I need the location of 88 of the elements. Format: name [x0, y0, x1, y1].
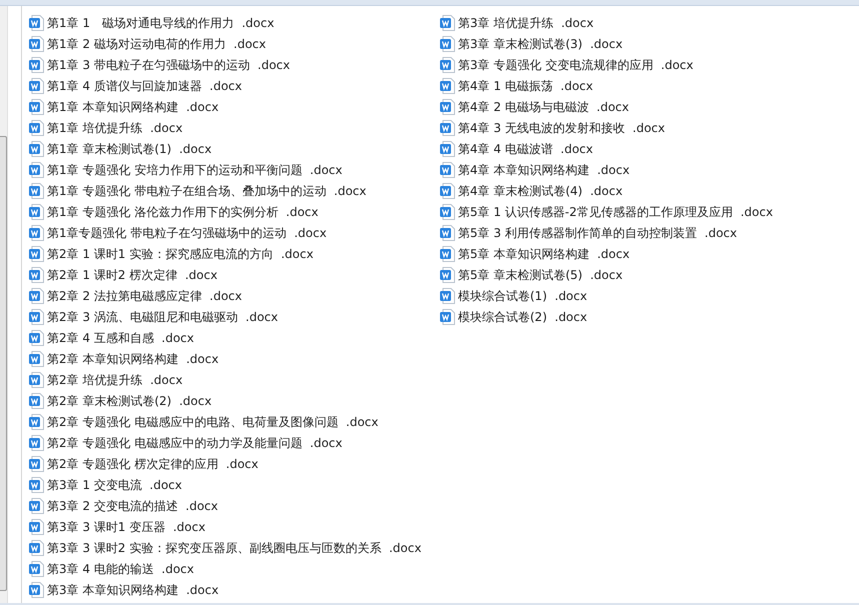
document-icon: [29, 36, 44, 52]
file-name[interactable]: 第3章 专题强化 交变电流规律的应用 .docx: [458, 56, 694, 72]
file-name[interactable]: 第3章 培优提升练 .docx: [458, 14, 594, 30]
file-name[interactable]: 第3章 3 课时1 变压器 .docx: [47, 518, 206, 534]
document-icon: [29, 288, 44, 304]
document-icon: [29, 162, 44, 178]
file-name[interactable]: 第3章 2 交变电流的描述 .docx: [47, 498, 218, 514]
file-name[interactable]: 第1章专题强化 带电粒子在匀强磁场中的运动 .docx: [47, 224, 327, 240]
file-name[interactable]: 第2章 专题强化 楞次定律的应用 .docx: [47, 456, 258, 472]
document-icon: [29, 140, 44, 156]
document-icon: [29, 540, 44, 556]
document-icon: [29, 498, 44, 514]
document-icon: [29, 582, 44, 598]
document-icon: [29, 518, 44, 534]
file-name[interactable]: 第2章 专题强化 电磁感应中的动力学及能量问题 .docx: [47, 434, 342, 450]
document-icon: [440, 120, 455, 136]
document-icon: [29, 266, 44, 282]
file-name[interactable]: 第5章 3 利用传感器制作简单的自动控制装置 .docx: [458, 224, 737, 240]
document-icon: [29, 392, 44, 408]
document-icon: [440, 56, 455, 72]
document-icon: [29, 224, 44, 240]
document-icon: [29, 330, 44, 346]
document-icon: [440, 140, 455, 156]
document-icon: [29, 372, 44, 388]
document-icon: [440, 288, 455, 304]
file-name[interactable]: 第3章 4 电能的输送 .docx: [47, 560, 194, 576]
document-icon: [29, 204, 44, 220]
file-name[interactable]: 第3章 3 课时2 实验：探究变压器原、副线圈电压与匝数的关系 .docx: [47, 540, 422, 556]
document-icon: [440, 182, 455, 198]
file-name[interactable]: 第3章 章末检测试卷(3) .docx: [458, 36, 623, 52]
document-icon: [440, 266, 455, 282]
file-name[interactable]: 第2章 1 课时2 楞次定律 .docx: [47, 266, 218, 282]
document-icon: [440, 36, 455, 52]
file-name[interactable]: 第1章 2 磁场对运动电荷的作用力 .docx: [47, 36, 266, 52]
file-name[interactable]: 第2章 本章知识网络构建 .docx: [47, 350, 219, 366]
file-name[interactable]: 模块综合试卷(1) .docx: [458, 288, 588, 304]
file-name[interactable]: 模块综合试卷(2) .docx: [458, 308, 588, 324]
file-name[interactable]: 第1章 专题强化 洛伦兹力作用下的实例分析 .docx: [47, 204, 318, 220]
file-name[interactable]: 第2章 培优提升练 .docx: [47, 372, 183, 388]
document-icon: [29, 350, 44, 366]
document-icon: [440, 246, 455, 262]
file-name[interactable]: 第1章 专题强化 安培力作用下的运动和平衡问题 .docx: [47, 162, 342, 178]
file-name[interactable]: 第1章 3 带电粒子在匀强磁场中的运动 .docx: [47, 56, 290, 72]
document-icon: [29, 434, 44, 450]
document-icon: [29, 120, 44, 136]
document-icon: [29, 456, 44, 472]
document-icon: [29, 308, 44, 324]
file-name[interactable]: 第5章 本章知识网络构建 .docx: [458, 246, 630, 262]
file-name[interactable]: 第5章 1 认识传感器-2常见传感器的工作原理及应用 .docx: [458, 204, 773, 220]
file-name[interactable]: 第1章 培优提升练 .docx: [47, 120, 183, 136]
file-name[interactable]: 第4章 1 电磁振荡 .docx: [458, 78, 593, 94]
file-name[interactable]: 第3章 1 交变电流 .docx: [47, 476, 182, 492]
file-name[interactable]: 第4章 2 电磁场与电磁波 .docx: [458, 98, 629, 114]
document-icon: [29, 476, 44, 492]
file-name[interactable]: 第4章 3 无线电波的发射和接收 .docx: [458, 120, 665, 136]
document-icon: [440, 308, 455, 324]
file-name[interactable]: 第2章 4 互感和自感 .docx: [47, 330, 194, 346]
file-name[interactable]: 第3章 本章知识网络构建 .docx: [47, 582, 219, 598]
file-name[interactable]: 第1章 章末检测试卷(1) .docx: [47, 140, 212, 156]
file-name[interactable]: 第2章 章末检测试卷(2) .docx: [47, 392, 212, 408]
scrollbar-thumb[interactable]: [0, 136, 7, 591]
document-icon: [29, 56, 44, 72]
document-icon: [440, 14, 455, 30]
file-name[interactable]: 第4章 章末检测试卷(4) .docx: [458, 182, 623, 198]
file-name[interactable]: 第4章 4 电磁波谱 .docx: [458, 140, 593, 156]
document-icon: [29, 14, 44, 30]
file-name[interactable]: 第5章 章末检测试卷(5) .docx: [458, 266, 623, 282]
document-icon: [440, 98, 455, 114]
file-name[interactable]: 第2章 2 法拉第电磁感应定律 .docx: [47, 288, 242, 304]
document-icon: [440, 78, 455, 94]
document-icon: [29, 182, 44, 198]
document-icon: [440, 224, 455, 240]
document-icon: [29, 98, 44, 114]
document-icon: [29, 246, 44, 262]
file-name[interactable]: 第1章 专题强化 带电粒子在组合场、叠加场中的运动 .docx: [47, 182, 366, 198]
file-name[interactable]: 第2章 3 涡流、电磁阻尼和电磁驱动 .docx: [47, 308, 278, 324]
file-name[interactable]: 第1章 4 质谱仪与回旋加速器 .docx: [47, 78, 242, 94]
document-icon: [29, 78, 44, 94]
file-name[interactable]: 第1章 1 磁场对通电导线的作用力 .docx: [47, 14, 274, 30]
file-name[interactable]: 第2章 专题强化 电磁感应中的电路、电荷量及图像问题 .docx: [47, 414, 378, 430]
scrollbar[interactable]: [0, 6, 8, 603]
document-icon: [440, 204, 455, 220]
file-name[interactable]: 第4章 本章知识网络构建 .docx: [458, 162, 630, 178]
document-icon: [29, 560, 44, 576]
file-name[interactable]: 第1章 本章知识网络构建 .docx: [47, 98, 219, 114]
document-icon: [29, 414, 44, 430]
file-name[interactable]: 第2章 1 课时1 实验：探究感应电流的方向 .docx: [47, 246, 314, 262]
document-icon: [440, 162, 455, 178]
